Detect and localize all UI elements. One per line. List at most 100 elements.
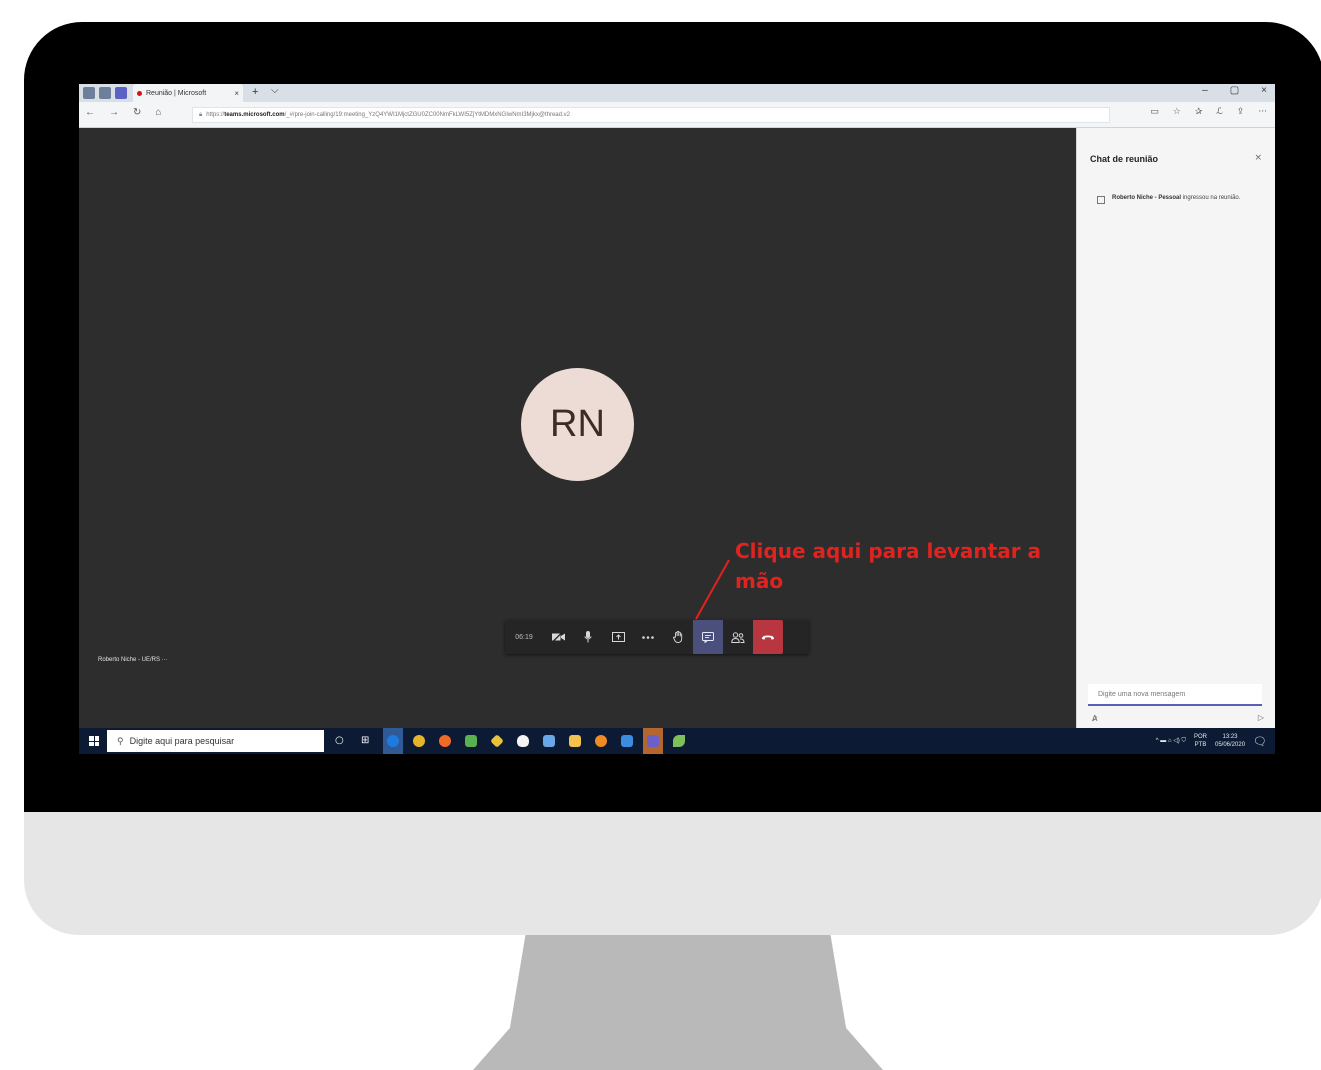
taskbar-app-paint[interactable] [539,728,559,754]
url-prefix: https:// [206,112,225,118]
browser-tools: ▭ ☆ ✰ ℒ ⇪ ··· [1150,107,1267,117]
chat-message-text: ingressou na reunião. [1181,195,1241,201]
edge-icon [387,735,399,747]
clock-time: 13:23 [1222,734,1238,740]
avatar: RN [521,368,634,481]
hang-up-icon [761,635,775,640]
share-screen-icon [611,632,625,642]
window-controls: – ▢ × [1202,85,1267,96]
call-timer: 06:19 [515,633,533,641]
chat-close-icon[interactable]: × [1254,153,1262,163]
send-icon[interactable]: ▷ [1258,713,1264,722]
lock-icon: 🔒︎ [199,112,203,118]
taskbar-teams[interactable] [643,728,663,754]
microphone-icon [584,631,592,643]
notifications-icon[interactable]: 🗨︎ [1253,735,1267,748]
favorite-star-icon[interactable]: ☆ [1173,107,1181,117]
firefox-icon [439,735,451,747]
chat-button[interactable] [693,620,723,654]
camera-button[interactable] [543,620,573,654]
system-tray: ^ ▬ ⌂ ◁) ⛉ POR PTB 13:23 05/06/2020 🗨︎ [1156,728,1267,754]
back-button[interactable]: ← [85,107,95,118]
meeting-chat-panel: Chat de reunião × Roberto Niche - Pessoa… [1076,128,1275,728]
minimize-button[interactable]: – [1202,85,1208,96]
taskbar-chrome[interactable] [409,728,429,754]
taskbar-search-placeholder: Digite aqui para pesquisar [129,736,235,746]
address-bar: ← → ↻ ⌂ 🔒︎ https://teams.microsoft.com/_#… [79,102,1275,128]
taskbar-apps: ○ ⊞ [331,728,695,754]
taskbar-app-green[interactable] [461,728,481,754]
tab-history-icon[interactable] [99,87,111,99]
taskbar-firefox[interactable] [435,728,455,754]
share-screen-button[interactable] [603,620,633,654]
tab-icons [83,87,127,99]
media-icon [595,735,607,747]
camera-off-icon [551,632,565,642]
participants-button[interactable] [723,620,753,654]
more-icon[interactable]: ··· [1258,107,1267,117]
more-actions-button[interactable] [633,620,663,654]
share-icon[interactable]: ⇪ [1237,107,1245,117]
annotation-raise-hand: Clique aqui para levantar a mão [735,539,1042,593]
cortana-icon: ○ [335,735,344,746]
document-icon [465,735,477,747]
chat-system-message: Roberto Niche - Pessoal ingressou na reu… [1097,195,1267,204]
taskbar-edge[interactable] [383,728,403,754]
favorites-icon[interactable]: ✰ [1195,107,1203,117]
monitor-stand [473,930,883,1070]
taskbar-app-shield[interactable] [513,728,533,754]
tab-meeting[interactable]: Reunião | Microsoft × [133,84,243,102]
close-window-button[interactable]: × [1261,85,1267,96]
format-icon[interactable]: A̷ [1092,714,1097,723]
chat-message-input[interactable]: Digite uma nova mensagem [1088,684,1262,706]
tab-close-icon[interactable]: × [234,89,239,98]
clock[interactable]: 13:23 05/06/2020 [1215,733,1245,749]
url-input[interactable]: 🔒︎ https://teams.microsoft.com/_#/pre-joi… [192,107,1110,123]
mail-icon [621,735,633,747]
taskbar-app-orange[interactable] [591,728,611,754]
reading-view-icon[interactable]: ▭ [1150,107,1159,117]
clock-date: 05/06/2020 [1215,742,1246,748]
chat-title: Chat de reunião [1090,154,1159,164]
input-language[interactable]: POR PTB [1194,733,1207,749]
paint-icon [543,735,555,747]
task-view-button[interactable]: ⊞ [357,728,377,754]
raise-hand-button[interactable] [663,620,693,654]
taskbar-mail[interactable] [617,728,637,754]
chat-message-body: Roberto Niche - Pessoal ingressou na reu… [1112,195,1240,204]
tab-actions-icon[interactable] [83,87,95,99]
participants-icon [731,631,745,643]
maximize-button[interactable]: ▢ [1230,85,1239,96]
browser-tabbar: Reunião | Microsoft × + ⌵ – ▢ × [79,84,1275,102]
tray-icons[interactable]: ^ ▬ ⌂ ◁) ⛉ [1156,737,1186,745]
diamond-app-icon [490,734,504,748]
search-icon: ⚲ [117,736,124,746]
home-button[interactable]: ⌂ [155,107,161,118]
taskbar-app-leaf[interactable] [669,728,689,754]
chat-message-name: Roberto Niche - Pessoal [1112,195,1182,201]
start-button[interactable] [89,736,99,746]
taskbar-app-diamond[interactable] [487,728,507,754]
windows-taskbar: ⚲ Digite aqui para pesquisar ○ ⊞ ^ ▬ ⌂ ◁)… [79,728,1275,754]
forward-button[interactable]: → [109,107,119,118]
chat-icon [702,631,714,643]
taskbar-search-input[interactable]: ⚲ Digite aqui para pesquisar [107,730,324,752]
tab-menu-chevron-icon[interactable]: ⌵ [271,85,279,96]
refresh-button[interactable]: ↻ [133,107,141,118]
join-event-icon [1097,196,1105,204]
teams-favicon-icon [115,87,127,99]
pen-icon[interactable]: ℒ [1216,107,1222,117]
taskbar-file-explorer[interactable] [565,728,585,754]
teams-icon [647,735,659,747]
tab-title: Reunião | Microsoft [146,89,207,97]
new-tab-button[interactable]: + [252,86,258,98]
call-controls: 06:19 [505,620,809,654]
screen: Reunião | Microsoft × + ⌵ – ▢ × ← → ↻ ⌂ … [79,84,1275,754]
cortana-button[interactable]: ○ [331,728,351,754]
recording-dot-icon [137,90,142,96]
hang-up-button[interactable] [753,620,783,654]
input-language-bottom: PTB [1194,742,1207,748]
microphone-button[interactable] [573,620,603,654]
shield-icon [517,735,529,747]
nav-buttons: ← → ↻ ⌂ [85,107,161,118]
